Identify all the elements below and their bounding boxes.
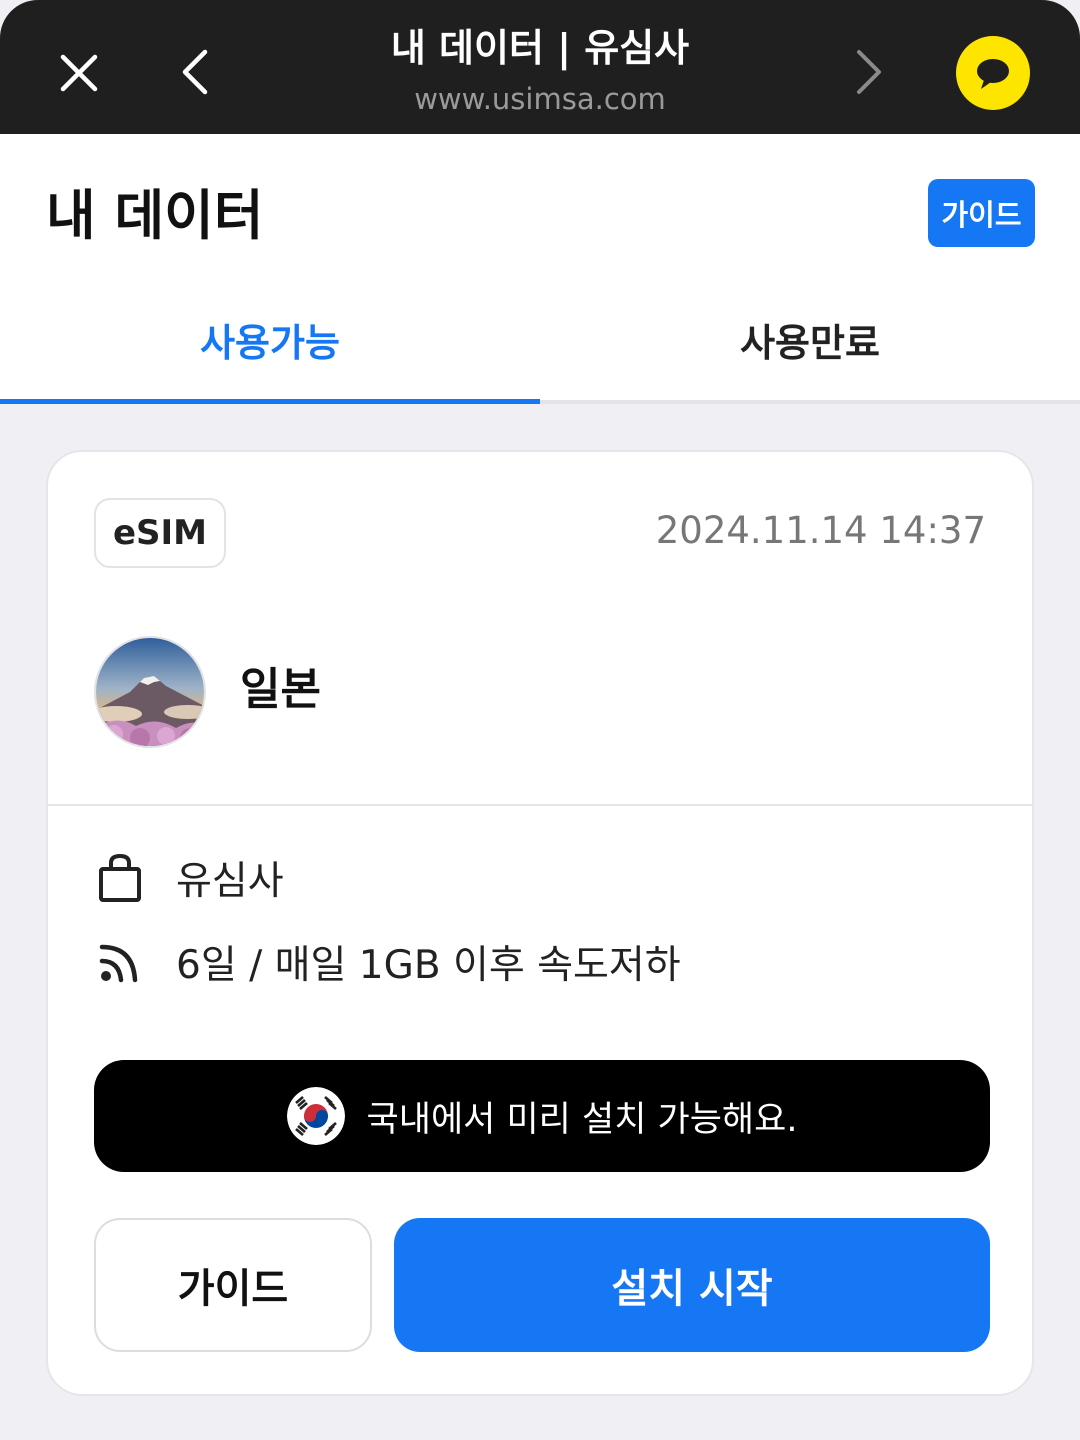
install-start-button[interactable]: 설치 시작 <box>394 1218 990 1352</box>
chevron-left-icon[interactable] <box>170 44 220 100</box>
guide-button[interactable]: 가이드 <box>94 1218 372 1352</box>
shopping-bag-icon <box>94 852 146 904</box>
install-notice: 국내에서 미리 설치 가능해요. <box>94 1060 990 1172</box>
close-icon[interactable] <box>52 46 106 100</box>
esim-badge: eSIM <box>94 498 226 568</box>
browser-title: 내 데이터 | 유심사 <box>390 26 690 70</box>
seller-name: 유심사 <box>176 859 284 904</box>
seller-row: 유심사 <box>94 850 284 906</box>
page-title: 내 데이터 <box>46 184 264 247</box>
kakaotalk-icon[interactable] <box>956 36 1030 110</box>
plan-description: 6일 / 매일 1GB 이후 속도저하 <box>176 943 681 988</box>
signal-icon <box>94 936 146 988</box>
chevron-right-icon[interactable] <box>844 44 894 100</box>
country-name: 일본 <box>240 664 321 715</box>
browser-top-bar: 내 데이터 | 유심사 www.usimsa.com <box>0 0 1080 134</box>
tab-expired[interactable]: 사용만료 <box>540 310 1080 390</box>
notice-text: 국내에서 미리 설치 가능해요. <box>366 1099 798 1140</box>
country-image <box>94 636 206 748</box>
korea-flag-icon <box>286 1087 345 1145</box>
tab-active-indicator <box>0 399 540 404</box>
header-guide-button[interactable]: 가이드 <box>928 179 1035 247</box>
page: 내 데이터 | 유심사 www.usimsa.com 내 데이터 가이드 사용가… <box>0 0 1080 1440</box>
purchase-date: 2024.11.14 14:37 <box>655 509 986 552</box>
tab-available[interactable]: 사용가능 <box>0 310 540 390</box>
card-divider <box>48 804 1032 806</box>
plan-row: 6일 / 매일 1GB 이후 속도저하 <box>94 934 681 990</box>
esim-card: eSIM 2024.11.14 14:37 일본 유심사 6일 / 매일 1GB… <box>46 450 1034 1396</box>
browser-url[interactable]: www.usimsa.com <box>280 80 800 118</box>
page-header: 내 데이터 가이드 사용가능 사용만료 <box>0 134 1080 404</box>
